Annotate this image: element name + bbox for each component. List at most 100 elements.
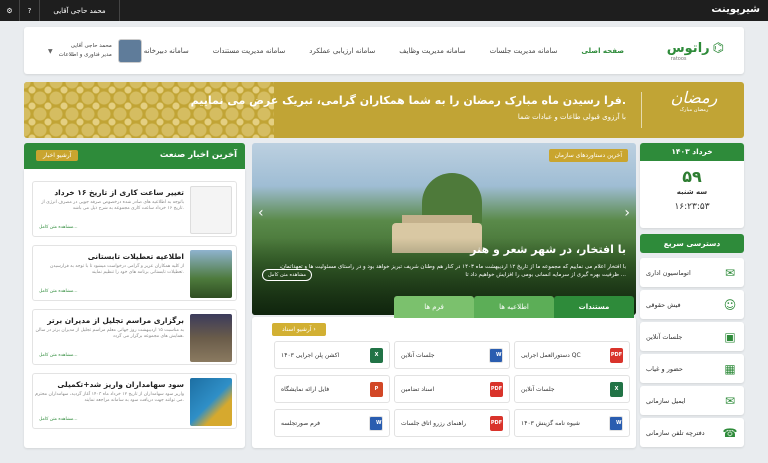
sharepoint-brand[interactable]: شیرپوینت bbox=[711, 4, 760, 15]
salary-icon: ☺ bbox=[723, 297, 737, 312]
quick-access-title: دسترسی سریع bbox=[640, 234, 744, 253]
quick-item-automation[interactable]: اتوماسیون اداری ✉ bbox=[640, 258, 744, 287]
news-item-more[interactable]: مشاهده متن کامل... bbox=[39, 225, 78, 230]
slider-description: با افتخار اعلام می نماییم که مجموعه ما ا… bbox=[279, 264, 626, 278]
news-item-title[interactable]: اطلاعیه تعطیلات تابستانی bbox=[39, 252, 184, 261]
doc-item[interactable]: اسناد تضامین PDF bbox=[394, 375, 510, 403]
news-panel: آخرین اخبار صنعت آرشیو اخبار تغییر ساعت … bbox=[24, 143, 245, 448]
user-role: مدیر فناوری و اطلاعات bbox=[58, 52, 112, 58]
email-icon: ✉ bbox=[724, 393, 736, 408]
top-bar-user[interactable]: محمد حاجی آقایی bbox=[40, 0, 120, 21]
doc-item[interactable]: جلسات آنلاین X bbox=[514, 375, 630, 403]
doc-item[interactable]: فرم صورتجلسه W bbox=[274, 409, 390, 437]
doc-item[interactable]: جلسات آنلاین W bbox=[394, 341, 510, 369]
excel-file-icon: X bbox=[610, 381, 623, 397]
banner-text: فرا رسیدن ماه مبارک رمضان را به شما همکا… bbox=[191, 94, 626, 121]
news-item[interactable]: برگزاری مراسم تجلیل از مدیران برتر به من… bbox=[32, 309, 237, 365]
nav-documents[interactable]: سامانه مدیریت مستندات bbox=[213, 47, 286, 55]
documents-content: آرشیو اسناد › دستورالعمل اجرایی QC PDF جل… bbox=[252, 317, 636, 448]
logo-text: راتوس bbox=[666, 41, 710, 56]
nav-performance[interactable]: سامانه ارزیابی عملکرد bbox=[309, 47, 375, 55]
quick-item-salary[interactable]: فیش حقوقی ☺ bbox=[640, 290, 744, 319]
slider-next-icon[interactable]: › bbox=[624, 205, 630, 221]
chevron-left-icon: › bbox=[313, 326, 316, 333]
news-archive-button[interactable]: آرشیو اخبار bbox=[36, 150, 79, 161]
banner-subtitle: با آرزوی قبولی طاعات و عبادات شما bbox=[517, 113, 626, 121]
ceremony-news-image bbox=[190, 314, 232, 362]
pdf-file-icon: PDF bbox=[610, 347, 623, 363]
chevron-down-icon[interactable]: ▼ bbox=[48, 48, 53, 55]
doc-item[interactable]: فایل ارائه نمایشگاه P bbox=[274, 375, 390, 403]
doc-item[interactable]: دستورالعمل اجرایی QC PDF bbox=[514, 341, 630, 369]
slider-tag[interactable]: آخرین دستاوردهای سازمان bbox=[548, 149, 628, 162]
pdf-file-icon: PDF bbox=[490, 381, 503, 397]
logo-subtext: ratoos bbox=[670, 56, 687, 62]
quick-item-attendance[interactable]: حضور و غیاب ▦ bbox=[640, 354, 744, 383]
documents-panel: آرشیو اسناد › دستورالعمل اجرایی QC PDF جل… bbox=[252, 296, 636, 448]
nav-home[interactable]: صفحه اصلی bbox=[581, 47, 624, 55]
nav-secretariat[interactable]: سامانه دبیرخانه bbox=[144, 47, 189, 55]
help-icon[interactable]: ? bbox=[20, 0, 40, 21]
nav-tasks[interactable]: سامانه مدیریت وظایف bbox=[399, 47, 465, 55]
news-item[interactable]: سود سهامداران واریز شد+تکمیلی واریز سود … bbox=[32, 373, 237, 429]
phone-icon: ☎ bbox=[722, 425, 738, 440]
mail-icon: ✉ bbox=[724, 265, 736, 280]
tab-announcements[interactable]: اطلاعیه ها bbox=[474, 296, 554, 318]
logo-mark-icon: ⌬ bbox=[712, 41, 724, 56]
ramadan-banner: رمضان رمضان مبارک فرا رسیدن ماه مبارک رم… bbox=[24, 82, 744, 138]
news-item-desc: از کلیه همکاران عزیز و گرامی درخواست میش… bbox=[49, 264, 184, 275]
news-title: آخرین اخبار صنعت bbox=[159, 150, 237, 160]
quick-item-email[interactable]: ایمیل سازمانی ✉ bbox=[640, 386, 744, 415]
top-bar: ⚙ ? محمد حاجی آقایی شیرپوینت bbox=[0, 0, 768, 21]
top-bar-actions: ⚙ ? محمد حاجی آقایی bbox=[0, 0, 120, 21]
date-day: ۵۹ bbox=[682, 167, 702, 186]
news-item-desc: باتوجه به اطلاعیه های صادر شده درخصوص صر… bbox=[41, 200, 184, 211]
banner-title: فرا رسیدن ماه مبارک رمضان را به شما همکا… bbox=[190, 94, 626, 107]
documents-archive-button[interactable]: آرشیو اسناد › bbox=[272, 323, 326, 336]
date-weekday: سه شنبه bbox=[676, 188, 708, 196]
ratoos-logo[interactable]: راتوس ⌬ ratoos bbox=[666, 41, 724, 62]
settings-icon[interactable]: ⚙ bbox=[0, 0, 20, 21]
user-info: محمد حاجی آقایی مدیر فناوری و اطلاعات bbox=[59, 42, 112, 60]
quick-item-phonebook[interactable]: دفترچه تلفن سازمانی ☎ bbox=[640, 418, 744, 447]
word-file-icon: W bbox=[369, 415, 383, 431]
news-item-more[interactable]: مشاهده متن کامل... bbox=[39, 353, 78, 358]
news-header: آخرین اخبار صنعت آرشیو اخبار bbox=[24, 143, 245, 169]
nav-menu: صفحه اصلی سامانه مدیریت جلسات سامانه مدی… bbox=[144, 47, 624, 55]
quick-item-meetings[interactable]: جلسات آنلاین ▣ bbox=[640, 322, 744, 351]
news-item-desc: واریز سود سهامداران از تاریخ ۱۲ خرداد ما… bbox=[35, 392, 184, 403]
coins-news-image bbox=[190, 378, 232, 426]
doc-item[interactable]: اکشن پلن اجرایی ۱۴۰۳ X bbox=[274, 341, 390, 369]
slider-title: با افتخار، در شهر شعر و هنر bbox=[470, 243, 626, 256]
calendar-icon: ▦ bbox=[724, 361, 736, 376]
powerpoint-file-icon: P bbox=[370, 381, 383, 397]
main-nav: راتوس ⌬ ratoos صفحه اصلی سامانه مدیریت ج… bbox=[24, 27, 744, 74]
banner-divider bbox=[641, 92, 642, 128]
clock-news-image bbox=[190, 186, 232, 234]
avatar[interactable] bbox=[117, 39, 142, 63]
news-item[interactable]: تغییر ساعت کاری از تاریخ ۱۶ خرداد باتوجه… bbox=[32, 181, 237, 237]
meeting-icon: ▣ bbox=[724, 329, 736, 344]
documents-tabs: مستندات اطلاعیه ها فرم ها bbox=[394, 296, 634, 318]
news-item[interactable]: اطلاعیه تعطیلات تابستانی از کلیه همکاران… bbox=[32, 245, 237, 301]
mountain-news-image bbox=[190, 250, 232, 298]
user-profile[interactable]: ▼ محمد حاجی آقایی مدیر فناوری و اطلاعات bbox=[48, 39, 142, 63]
tab-forms[interactable]: فرم ها bbox=[394, 296, 474, 318]
news-item-title[interactable]: سود سهامداران واریز شد+تکمیلی bbox=[39, 380, 184, 389]
doc-item[interactable]: شیوه نامه گزینش ۱۴۰۳ W bbox=[514, 409, 630, 437]
doc-item[interactable]: راهنمای رزرو اتاق جلسات PDF bbox=[394, 409, 510, 437]
date-clock: ۱۶:۲۳:۵۳ bbox=[674, 202, 710, 212]
news-item-more[interactable]: مشاهده متن کامل... bbox=[39, 289, 78, 294]
ramadan-logo: رمضان رمضان مبارک bbox=[670, 88, 718, 113]
news-item-title[interactable]: تغییر ساعت کاری از تاریخ ۱۶ خرداد bbox=[39, 188, 184, 197]
excel-file-icon: X bbox=[370, 347, 383, 363]
slider-more-button[interactable]: مشاهده متن کامل bbox=[262, 269, 313, 281]
tab-documents[interactable]: مستندات bbox=[554, 296, 634, 318]
pdf-file-icon: PDF bbox=[490, 415, 503, 431]
news-item-desc: به مناسبت ۱۵ اردیبهشت روز جهانی معلم مرا… bbox=[35, 328, 184, 339]
news-item-title[interactable]: برگزاری مراسم تجلیل از مدیران برتر bbox=[39, 316, 184, 325]
slider-prev-icon[interactable]: ‹ bbox=[258, 205, 264, 221]
news-item-more[interactable]: مشاهده متن کامل... bbox=[39, 417, 78, 422]
date-card: خرداد ۱۴۰۳ ۵۹ سه شنبه ۱۶:۲۳:۵۳ bbox=[640, 143, 744, 228]
nav-meetings[interactable]: سامانه مدیریت جلسات bbox=[490, 47, 558, 55]
